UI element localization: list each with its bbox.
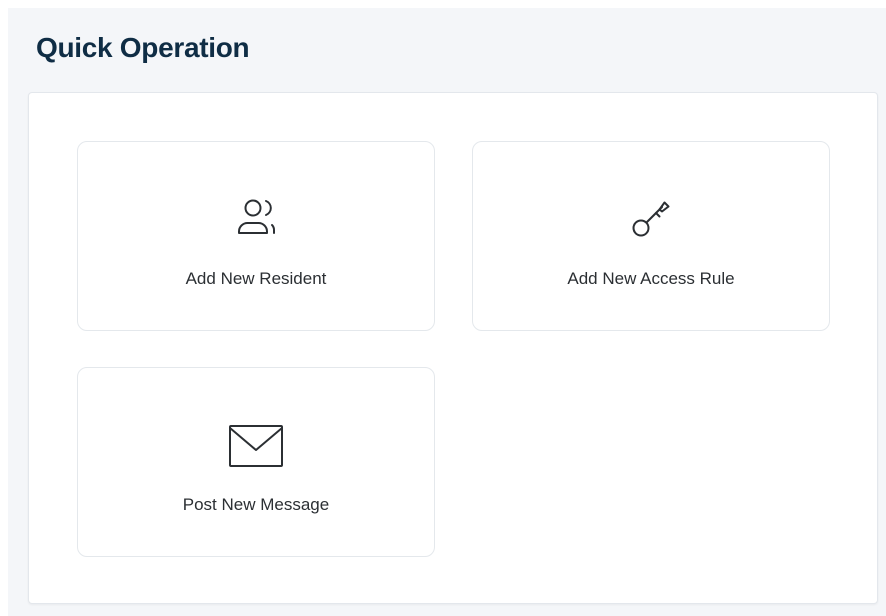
post-new-message-card[interactable]: Post New Message xyxy=(77,367,435,557)
post-new-message-label: Post New Message xyxy=(182,495,330,514)
mail-icon xyxy=(78,418,434,474)
section-title: Quick Operation xyxy=(36,32,250,63)
key-icon xyxy=(473,192,829,248)
add-new-resident-label: Add New Resident xyxy=(185,269,327,288)
add-new-access-rule-label: Add New Access Rule xyxy=(567,269,735,288)
users-icon xyxy=(78,192,434,248)
add-new-resident-card[interactable]: Add New Resident xyxy=(77,141,435,331)
add-new-access-rule-card[interactable]: Add New Access Rule xyxy=(472,141,830,331)
quick-operation-panel: Add New Resident Add New Access Rule Pos… xyxy=(28,92,878,604)
